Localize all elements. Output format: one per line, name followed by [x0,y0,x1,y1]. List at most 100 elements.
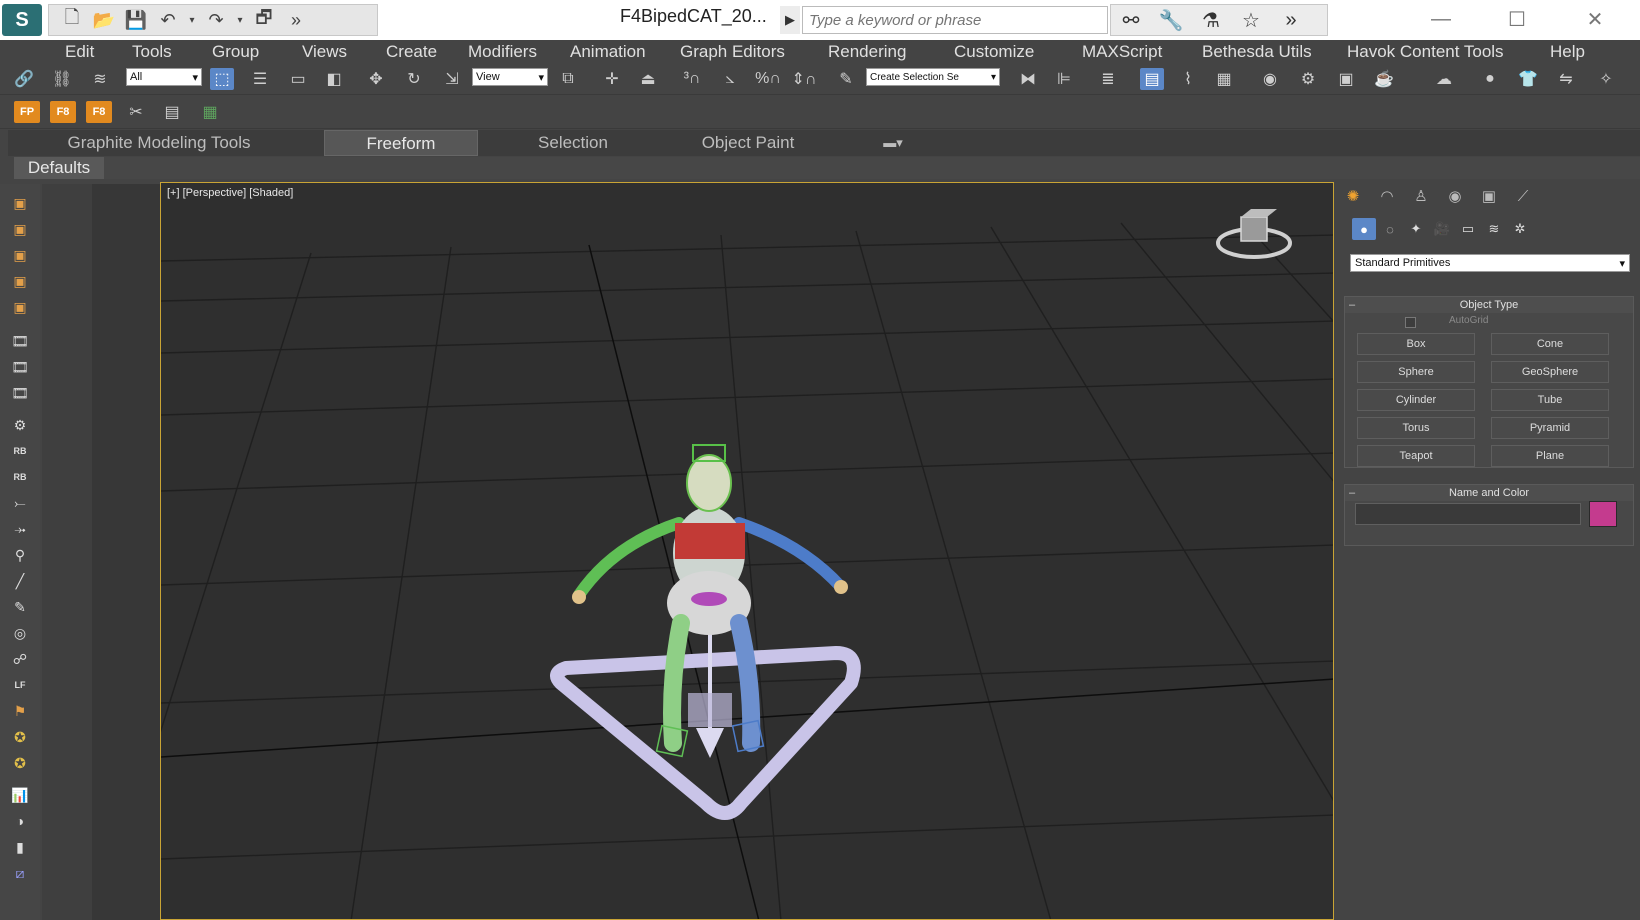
menu-edit[interactable]: Edit [65,40,94,64]
name-and-color-header[interactable]: – Name and Color [1345,485,1633,501]
menu-views[interactable]: Views [302,40,347,64]
cylinder-button[interactable]: Cylinder [1357,389,1475,411]
utilities-tab-icon[interactable]: ⟋ [1506,184,1540,208]
purple-tool-icon[interactable]: ⧄ [8,862,32,884]
mirror-icon[interactable]: ⧓ [1016,68,1040,90]
pivot-center-icon[interactable]: ⧉ [556,68,580,90]
angle-snap-icon[interactable]: ⦣ [718,68,742,90]
link-icon[interactable]: 🔗 [12,68,36,90]
film-tool-2-icon[interactable]: 🎞 [8,356,32,378]
percent-snap-icon[interactable]: %∩ [755,68,781,90]
layer-manager-icon[interactable]: ≣ [1096,68,1120,90]
tab-graphite-modeling-tools[interactable]: Graphite Modeling Tools [44,130,274,156]
havok-folder-icon[interactable]: ▣ [8,270,32,292]
grid-panel-icon[interactable]: ▦ [198,101,222,123]
list-panel-icon[interactable]: ▤ [160,101,184,123]
havok-tool-icon[interactable]: ⇋ [1554,68,1578,90]
named-selection-dropdown[interactable]: Create Selection Se ▾ [866,68,1000,86]
rb-tool-icon[interactable]: RB [8,440,32,462]
window-crossing-icon[interactable]: ◧ [322,68,346,90]
particle-tool-icon[interactable]: ✧ [1594,68,1618,90]
cameras-icon[interactable]: 🎥 [1430,218,1454,240]
havok-shape-icon[interactable]: ▣ [8,218,32,240]
maximize-button[interactable]: ☐ [1494,4,1540,34]
f8-alt-tool-button[interactable]: F8 [86,101,112,123]
menu-create[interactable]: Create [386,40,437,64]
cloth-tool-icon[interactable]: 👕 [1516,68,1540,90]
reference-coordinate-dropdown[interactable]: View ▾ [472,68,548,86]
subscription-icon[interactable]: ⚗ [1197,8,1225,33]
display-tab-icon[interactable]: ▣ [1472,184,1506,208]
pillar-tool-icon[interactable]: ▮ [8,836,32,858]
havok-rigidbody-icon[interactable]: ▣ [8,192,32,214]
scale-icon[interactable]: ⇲ [440,68,464,90]
menu-tools[interactable]: Tools [132,40,172,64]
film-tool-icon[interactable]: 🎞 [8,330,32,352]
menu-havok-content-tools[interactable]: Havok Content Tools [1347,40,1504,64]
new-file-icon[interactable]: 🗋 [59,7,85,31]
pen-tool-icon[interactable]: ✎ [8,596,32,618]
systems-icon[interactable]: ✲ [1508,218,1532,240]
object-color-swatch[interactable] [1589,501,1617,527]
cat-base-triangle[interactable] [550,623,861,820]
app-logo-button[interactable]: S [2,4,42,36]
menu-group[interactable]: Group [212,40,259,64]
lights-icon[interactable]: ✦ [1404,218,1428,240]
title-expand-arrow-icon[interactable]: ▶ [780,6,800,34]
pyramid-button[interactable]: Pyramid [1491,417,1609,439]
save-icon[interactable]: 💾 [123,9,149,31]
line-tool-icon[interactable]: ╱ [8,570,32,592]
sphere-button[interactable]: Sphere [1357,361,1475,383]
viewport-label[interactable]: [+] [Perspective] [Shaded] [167,187,293,199]
rb-group-icon[interactable]: RB [8,466,32,488]
rectangular-selection-icon[interactable]: ▭ [286,68,310,90]
material-editor-icon[interactable]: ◉ [1258,68,1282,90]
plane-button[interactable]: Plane [1491,445,1609,467]
geosphere-button[interactable]: GeoSphere [1491,361,1609,383]
select-object-icon[interactable]: ⬚ [210,68,234,90]
edit-named-selections-icon[interactable]: ✎ [834,68,858,90]
bind-space-warp-icon[interactable]: ≋ [88,68,112,90]
viewcube-icon[interactable] [1211,203,1301,263]
keyboard-shortcut-override-icon[interactable]: ⏏ [636,68,660,90]
tab-freeform[interactable]: Freeform [324,130,478,156]
circle-tool-icon[interactable]: ◎ [8,622,32,644]
modify-tab-icon[interactable]: ◠ [1370,184,1404,208]
open-file-icon[interactable]: 📂 [91,9,117,31]
project-folder-icon[interactable]: 🗗 [251,7,277,31]
search-input[interactable] [802,6,1108,34]
key-tool-icon[interactable]: 🔧 [1157,8,1185,33]
menu-help[interactable]: Help [1550,40,1585,64]
favorites-star-icon[interactable]: ☆ [1237,8,1265,33]
menu-animation[interactable]: Animation [570,40,646,64]
cone-button[interactable]: Cone [1491,333,1609,355]
fp-tool-button[interactable]: FP [14,101,40,123]
scene-explorer-icon[interactable]: ▤ [1140,68,1164,90]
object-type-header[interactable]: – Object Type [1345,297,1633,313]
selection-filter-dropdown[interactable]: All ▾ [126,68,202,86]
ribbon-options-icon[interactable]: ▬▾ [870,130,916,156]
tab-object-paint[interactable]: Object Paint [678,130,818,156]
more-chevron-icon[interactable]: » [283,9,309,31]
havok-export-icon[interactable]: ▣ [8,296,32,318]
menu-customize[interactable]: Customize [954,40,1034,64]
create-tab-icon[interactable]: ✺ [1336,184,1370,208]
menu-bethesda-utils[interactable]: Bethesda Utils [1202,40,1312,64]
film-tool-3-icon[interactable]: 🎞 [8,382,32,404]
render-setup-icon[interactable]: ⚙ [1296,68,1320,90]
havok-constraint-icon[interactable]: ▣ [8,244,32,266]
select-by-name-icon[interactable]: ☰ [248,68,272,90]
hinge-icon[interactable]: ⤞ [8,518,32,540]
teapot-button[interactable]: Teapot [1357,445,1475,467]
bones-tool-icon[interactable]: ☍ [8,648,32,670]
sphere-tool-icon[interactable]: ● [1478,68,1502,90]
ribbon-panel-defaults[interactable]: Defaults [14,157,104,179]
perspective-viewport[interactable]: [+] [Perspective] [Shaded] [160,182,1334,920]
rotate-icon[interactable]: ↻ [402,68,426,90]
snaps-toggle-icon[interactable]: ³∩ [680,68,704,90]
chart-tool-icon[interactable]: 📊 [8,784,32,806]
more-chevron-icon[interactable]: » [1277,9,1305,32]
minimize-button[interactable]: — [1418,4,1464,34]
render-production-icon[interactable]: ☕ [1372,68,1396,90]
binoculars-icon[interactable]: ⚯ [1117,8,1145,33]
